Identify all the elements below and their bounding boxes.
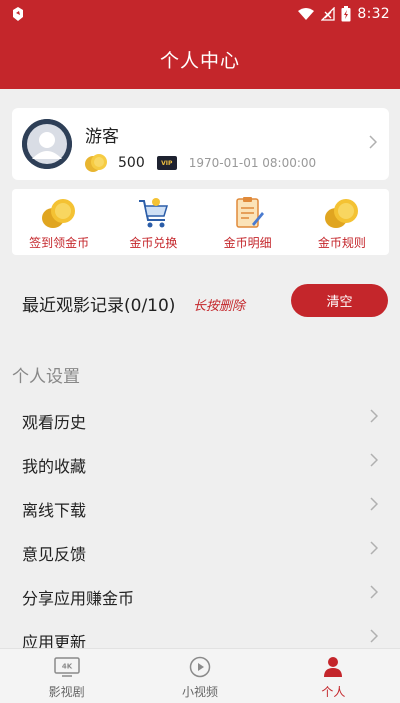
4k-tv-icon: 4K (53, 656, 80, 678)
gold-coin-icon (85, 154, 107, 172)
nav-tab-short-video[interactable]: 小视频 (133, 649, 266, 703)
default-avatar-icon (22, 119, 72, 169)
app-notification-icon (13, 7, 23, 21)
coin-stack-icon (324, 199, 358, 228)
chevron-right-icon (370, 408, 379, 427)
chevron-right-icon (370, 452, 379, 471)
vip-badge: VIP (156, 156, 177, 170)
bottom-nav: 4K 影视剧 小视频 个人 (0, 648, 400, 703)
page-title: 个人中心 (159, 50, 240, 72)
profile-card[interactable]: 游客 500 VIP 1970-01-01 08:00:00 (12, 108, 389, 180)
recent-watch-section: 最近观影记录(0/10) 长按删除 清空 (0, 280, 400, 324)
settings-item-favorites[interactable]: 我的收藏 (0, 441, 400, 485)
status-bar: 8:32 (0, 0, 400, 28)
no-signal-icon (321, 7, 336, 21)
chevron-right-icon[interactable] (369, 134, 378, 153)
app-header: 8:32 个人中心 (0, 0, 400, 89)
shopping-cart-icon (139, 198, 169, 228)
long-press-delete-hint: 长按删除 (193, 299, 246, 314)
settings-item-share-app[interactable]: 分享应用赚金币 (0, 573, 400, 617)
chevron-right-icon (370, 584, 379, 603)
person-icon (320, 656, 346, 678)
play-circle-icon (187, 656, 213, 678)
vip-expiry-date: 1970-01-01 08:00:00 (188, 156, 317, 170)
settings-item-label: 分享应用赚金币 (22, 589, 135, 608)
action-sign-in-coins[interactable]: 签到领金币 (12, 189, 106, 255)
settings-item-label: 离线下载 (22, 501, 87, 520)
username: 游客 (85, 127, 119, 147)
status-time: 8:32 (357, 6, 390, 22)
settings-item-label: 意见反馈 (22, 545, 87, 564)
action-label: 金币兑换 (129, 236, 178, 250)
svg-text:4K: 4K (62, 663, 73, 671)
nav-label: 个人 (321, 685, 346, 699)
coin-stack-icon (42, 199, 76, 228)
action-coin-rules[interactable]: 金币规则 (295, 189, 389, 255)
clipboard-icon (235, 197, 264, 228)
avatar[interactable] (22, 119, 72, 169)
action-coin-exchange[interactable]: 金币兑换 (106, 189, 200, 255)
settings-item-feedback[interactable]: 意见反馈 (0, 529, 400, 573)
nav-tab-movies[interactable]: 4K 影视剧 (0, 649, 133, 703)
chevron-right-icon (370, 496, 379, 515)
battery-charging-icon (341, 6, 351, 22)
coin-count: 500 (118, 155, 145, 171)
action-label: 金币明细 (223, 236, 272, 250)
settings-item-label: 我的收藏 (22, 457, 87, 476)
settings-item-watch-history[interactable]: 观看历史 (0, 397, 400, 441)
chevron-right-icon (370, 628, 379, 647)
settings-item-label: 观看历史 (22, 413, 87, 432)
settings-section-title: 个人设置 (12, 367, 80, 387)
coin-row: 500 VIP 1970-01-01 08:00:00 (84, 153, 316, 173)
wifi-icon (298, 8, 315, 20)
action-label: 金币规则 (317, 236, 366, 250)
action-coin-details[interactable]: 金币明细 (201, 189, 295, 255)
nav-tab-profile[interactable]: 个人 (267, 649, 400, 703)
vip-badge-label: VIP (161, 159, 173, 167)
recent-watch-title: 最近观影记录(0/10) (22, 296, 176, 316)
settings-item-offline-download[interactable]: 离线下载 (0, 485, 400, 529)
action-label: 签到领金币 (29, 236, 90, 250)
nav-label: 小视频 (181, 685, 218, 699)
nav-label: 影视剧 (48, 685, 85, 699)
coin-actions-bar: 签到领金币 金币兑换 金币明细 金币规则 (12, 189, 389, 255)
clear-button[interactable]: 清空 (291, 284, 388, 317)
chevron-right-icon (370, 540, 379, 559)
